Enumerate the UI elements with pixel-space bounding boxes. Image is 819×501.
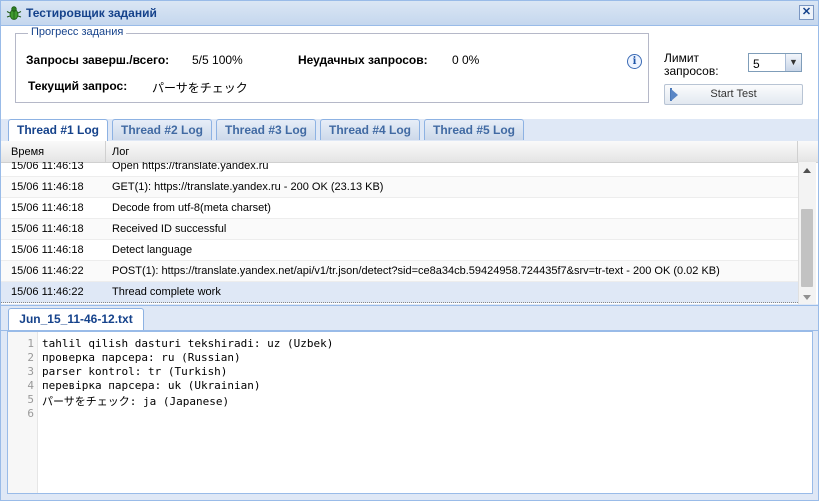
- grid-header: Время Лог: [1, 141, 818, 163]
- line-number: 4: [27, 379, 34, 392]
- limit-value: 5: [753, 57, 760, 71]
- close-icon: ✕: [801, 6, 812, 18]
- tab-thread-3[interactable]: Thread #3 Log: [216, 119, 316, 140]
- limit-label-line2: запросов:: [664, 64, 719, 78]
- log-time: 15/06 11:46:22: [11, 286, 84, 298]
- log-message: Detect language: [112, 244, 193, 256]
- tab-thread-4[interactable]: Thread #4 Log: [320, 119, 420, 140]
- line-number-gutter: 1 2 3 4 5 6: [8, 332, 38, 493]
- failed-label: Неудачных запросов:: [298, 53, 428, 67]
- completed-label: Запросы заверш./всего:: [26, 53, 170, 67]
- log-time: 15/06 11:46:18: [11, 202, 84, 214]
- log-row[interactable]: 15/06 11:46:18 Decode from utf-8(meta ch…: [1, 198, 798, 219]
- log-time: 15/06 11:46:18: [11, 181, 84, 193]
- line-number: 5: [27, 393, 34, 406]
- log-scrollbar[interactable]: [798, 162, 816, 304]
- tab-thread-2[interactable]: Thread #2 Log: [112, 119, 212, 140]
- line-number: 6: [27, 407, 34, 420]
- failed-value: 0 0%: [452, 53, 480, 67]
- log-time: 15/06 11:46:18: [11, 244, 84, 256]
- log-row[interactable]: 15/06 11:46:18 Detect language: [1, 240, 798, 261]
- column-header-time[interactable]: Время: [1, 141, 106, 162]
- scroll-thumb[interactable]: [801, 209, 813, 287]
- current-request-label: Текущий запрос:: [28, 79, 128, 93]
- log-message: Received ID successful: [112, 223, 227, 235]
- grid-body[interactable]: 15/06 11:46:13 Open https://translate.ya…: [1, 162, 798, 304]
- log-row-selected[interactable]: 15/06 11:46:22 Thread complete work: [1, 282, 798, 303]
- file-line: tahlil qilish dasturi tekshiradi: uz (Uz…: [42, 337, 334, 350]
- scroll-up-arrow-icon[interactable]: [803, 168, 811, 173]
- log-row[interactable]: 15/06 11:46:22 POST(1): https://translat…: [1, 261, 798, 282]
- chevron-down-icon[interactable]: ▼: [785, 54, 801, 71]
- tab-thread-1[interactable]: Thread #1 Log: [8, 119, 108, 142]
- start-test-label: Start Test: [710, 88, 757, 100]
- log-row[interactable]: 15/06 11:46:13 Open https://translate.ya…: [1, 162, 798, 177]
- log-message: GET(1): https://translate.yandex.ru - 20…: [112, 181, 384, 193]
- file-line: проверка парсера: ru (Russian): [42, 351, 241, 364]
- line-number: 2: [27, 351, 34, 364]
- log-message: Thread complete work: [112, 286, 221, 298]
- log-time: 15/06 11:46:22: [11, 265, 84, 277]
- file-tabs: Jun_15_11-46-12.txt: [1, 305, 818, 331]
- line-number: 3: [27, 365, 34, 378]
- log-grid: Время Лог 15/06 11:46:13 Open https://tr…: [1, 141, 818, 304]
- result-file-editor[interactable]: 1 2 3 4 5 6 tahlil qilish dasturi tekshi…: [7, 331, 813, 494]
- close-button[interactable]: ✕: [799, 5, 814, 20]
- request-limit-label: Лимит запросов:: [664, 52, 719, 78]
- request-limit-select[interactable]: 5 ▼: [748, 53, 802, 72]
- info-icon[interactable]: i: [627, 54, 642, 69]
- scroll-down-arrow-icon[interactable]: [803, 295, 811, 300]
- log-message: Open https://translate.yandex.ru: [112, 162, 269, 172]
- log-message: Decode from utf-8(meta charset): [112, 202, 271, 214]
- column-header-log[interactable]: Лог: [106, 141, 798, 162]
- thread-tabs: Thread #1 Log Thread #2 Log Thread #3 Lo…: [1, 119, 818, 142]
- line-number: 1: [27, 337, 34, 350]
- file-line: перевірка парсера: uk (Ukrainian): [42, 379, 261, 392]
- start-test-button[interactable]: Start Test: [664, 84, 803, 105]
- top-panel: Прогресс задания Запросы заверш./всего: …: [1, 26, 818, 119]
- file-line: parser kontrol: tr (Turkish): [42, 365, 228, 378]
- title-bar[interactable]: Тестировщик заданий ✕: [1, 1, 818, 26]
- log-time: 15/06 11:46:13: [11, 162, 84, 172]
- window-title: Тестировщик заданий: [26, 6, 157, 20]
- tab-result-file[interactable]: Jun_15_11-46-12.txt: [8, 308, 144, 330]
- file-line: パーサをチェック: ja (Japanese): [42, 395, 230, 408]
- task-tester-window: Тестировщик заданий ✕ Прогресс задания З…: [0, 0, 819, 501]
- task-progress-group: Прогресс задания Запросы заверш./всего: …: [15, 26, 649, 103]
- completed-value: 5/5 100%: [192, 53, 243, 67]
- tab-thread-5[interactable]: Thread #5 Log: [424, 119, 524, 140]
- log-time: 15/06 11:46:18: [11, 223, 84, 235]
- log-row[interactable]: 15/06 11:46:18 Received ID successful: [1, 219, 798, 240]
- current-request-value: パーサをチェック: [152, 81, 248, 95]
- progress-legend: Прогресс задания: [28, 26, 127, 38]
- log-message: POST(1): https://translate.yandex.net/ap…: [112, 265, 720, 277]
- log-row[interactable]: 15/06 11:46:18 GET(1): https://translate…: [1, 177, 798, 198]
- bug-icon: [6, 6, 22, 20]
